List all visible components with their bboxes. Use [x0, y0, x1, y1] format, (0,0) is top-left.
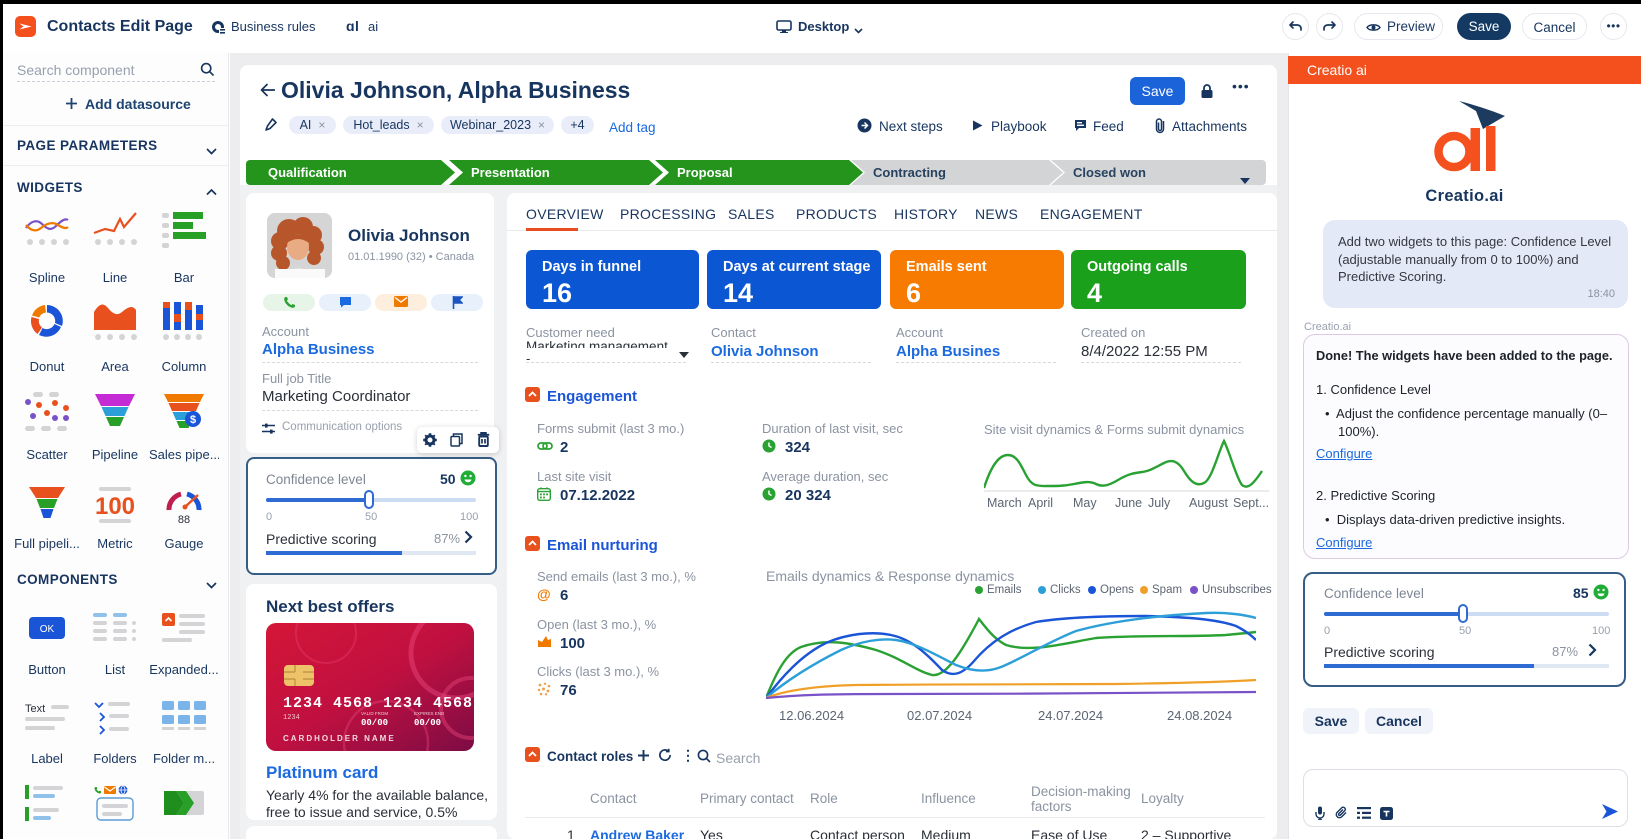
svg-text:OK: OK — [40, 624, 55, 635]
svg-text:00/00: 00/00 — [414, 718, 441, 728]
svg-text:100: 100 — [95, 493, 135, 520]
svg-text:VALID FROM: VALID FROM — [361, 711, 388, 716]
svg-text:CARDHOLDER NAME: CARDHOLDER NAME — [283, 734, 396, 743]
svg-text:Text: Text — [25, 703, 45, 715]
svg-text:$: $ — [190, 414, 196, 426]
svg-text:1234: 1234 — [283, 714, 300, 722]
svg-text:00/00: 00/00 — [361, 718, 388, 728]
svg-text:EXPIRES END: EXPIRES END — [414, 711, 445, 716]
svg-text:1234 4568 1234 4568: 1234 4568 1234 4568 — [283, 695, 473, 712]
svg-text:88: 88 — [178, 514, 190, 525]
